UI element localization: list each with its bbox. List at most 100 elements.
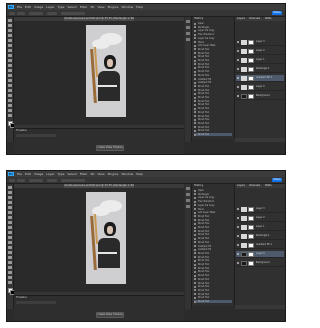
history-brush-icon[interactable] [8,64,12,67]
history-state-item[interactable]: Brush Tool [194,226,232,229]
history-state-item[interactable]: Brush Tool [194,111,232,114]
canvas-area[interactable] [14,21,184,125]
history-state-item[interactable]: Brush Tool [194,100,232,103]
history-state-item[interactable]: Gradient Fill [194,248,232,251]
history-state-item[interactable]: Brush Tool [194,256,232,259]
properties-panel-icon[interactable] [186,26,190,29]
layer-row[interactable]: Layer 2 [236,48,284,55]
history-state-item[interactable]: Brush Tool [194,85,232,88]
history-state-item[interactable]: Brush Tool [194,133,232,136]
history-state-item[interactable]: Gradient Fill [194,81,232,84]
transform-controls-checkbox[interactable] [47,11,57,15]
history-state-item[interactable]: Brush Tool [194,296,232,299]
auto-select-dropdown[interactable] [29,11,43,15]
layer-thumbnail[interactable] [241,93,247,99]
move-tool-icon[interactable] [8,186,12,189]
layer-mask-thumbnail[interactable] [248,57,254,63]
history-state-item[interactable]: Brush Tool [194,59,232,62]
eye-visibility-icon[interactable] [237,77,239,79]
create-video-timeline-button[interactable]: Create Video Timeline [96,145,124,151]
blur-tool-icon[interactable] [8,246,12,249]
tool-preset-picker[interactable] [17,178,25,182]
history-state-item[interactable]: Brush Tool [194,230,232,233]
hand-tool-icon[interactable] [8,276,12,279]
history-state-item[interactable]: Brush Tool [194,115,232,118]
history-state-item[interactable]: Brush Tool [194,52,232,55]
path-select-icon[interactable] [8,99,12,102]
gradient-tool-icon[interactable] [8,74,12,77]
history-state-item[interactable]: Open [194,189,232,192]
history-state-item[interactable]: Brush Tool [194,107,232,110]
home-icon[interactable] [9,178,15,182]
zoom-tool-icon[interactable] [8,281,12,284]
layer-mask-thumbnail[interactable] [248,206,254,212]
history-state-item[interactable]: Brush Tool [194,263,232,266]
tab-layers[interactable]: Layers [237,184,245,188]
dodge-tool-icon[interactable] [8,84,12,87]
layer-mask-thumbnail[interactable] [248,93,254,99]
document-canvas[interactable] [86,192,126,284]
hand-tool-icon[interactable] [8,109,12,112]
history-state-item[interactable]: Brush Tool [194,89,232,92]
history-state-item[interactable]: Brush Tool [194,55,232,58]
layer-mask-thumbnail[interactable] [248,224,254,230]
history-state-item[interactable]: Brush Tool [194,219,232,222]
eye-visibility-icon[interactable] [237,253,239,255]
history-state-item[interactable]: Brush Tool [194,74,232,77]
layer-mask-thumbnail[interactable] [248,251,254,257]
type-tool-icon[interactable] [8,261,12,264]
eye-visibility-icon[interactable] [237,68,239,70]
eraser-tool-icon[interactable] [8,69,12,72]
history-state-item[interactable]: Brush Tool [194,48,232,51]
clone-stamp-icon[interactable] [8,59,12,62]
share-button[interactable]: Share [272,178,282,182]
layer-row[interactable]: Rectangle 1 [236,66,284,73]
layer-thumbnail[interactable] [241,66,247,72]
eye-visibility-icon[interactable] [237,244,239,246]
history-state-item[interactable]: Gradient Fill [194,78,232,81]
history-state-item[interactable]: Brush Tool [194,282,232,285]
layer-row[interactable]: Gradient Fill 1 [236,242,284,249]
history-state-item[interactable]: Free Transform [194,33,232,36]
layer-thumbnail[interactable] [241,233,247,239]
history-state-item[interactable]: Move [194,41,232,44]
layer-thumbnail[interactable] [241,39,247,45]
eraser-tool-icon[interactable] [8,236,12,239]
layer-row[interactable]: Gradient Fill 1 [236,75,284,82]
layer-thumbnail[interactable] [241,75,247,81]
align-buttons[interactable] [61,178,85,182]
share-button[interactable]: Share [272,11,282,15]
pen-tool-icon[interactable] [8,256,12,259]
history-state-item[interactable]: Brush Tool [194,293,232,296]
brush-tool-icon[interactable] [8,54,12,57]
history-state-item[interactable]: Brush Tool [194,289,232,292]
history-state-item[interactable]: Free Transform [194,200,232,203]
layer-mask-thumbnail[interactable] [248,242,254,248]
history-state-item[interactable]: Brush Tool [194,241,232,244]
marquee-tool-icon[interactable] [8,191,12,194]
layer-mask-thumbnail[interactable] [248,75,254,81]
eye-visibility-icon[interactable] [237,50,239,52]
layer-row[interactable]: Background [236,93,284,100]
history-state-item[interactable]: Rectangle [194,193,232,196]
history-state-item[interactable]: Brush Tool [194,285,232,288]
layer-thumbnail[interactable] [241,48,247,54]
gradient-tool-icon[interactable] [8,241,12,244]
history-state-item[interactable]: Layer Via Copy [194,37,232,40]
tool-preset-picker[interactable] [17,11,25,15]
layer-row[interactable]: Background [236,260,284,267]
history-state-item[interactable]: Brush Tool [194,103,232,106]
clone-stamp-icon[interactable] [8,226,12,229]
eye-visibility-icon[interactable] [237,262,239,264]
timeline-controls[interactable] [16,301,56,304]
crop-tool-icon[interactable] [8,206,12,209]
history-state-item[interactable]: Brush Tool [194,70,232,73]
history-state-item[interactable]: Layer Via Copy [194,196,232,199]
history-state-item[interactable]: Brush Tool [194,92,232,95]
rectangle-tool-icon[interactable] [8,271,12,274]
history-state-item[interactable]: Brush Tool [194,300,232,303]
crop-tool-icon[interactable] [8,39,12,42]
align-buttons[interactable] [61,11,85,15]
layer-mask-thumbnail[interactable] [248,233,254,239]
path-select-icon[interactable] [8,266,12,269]
